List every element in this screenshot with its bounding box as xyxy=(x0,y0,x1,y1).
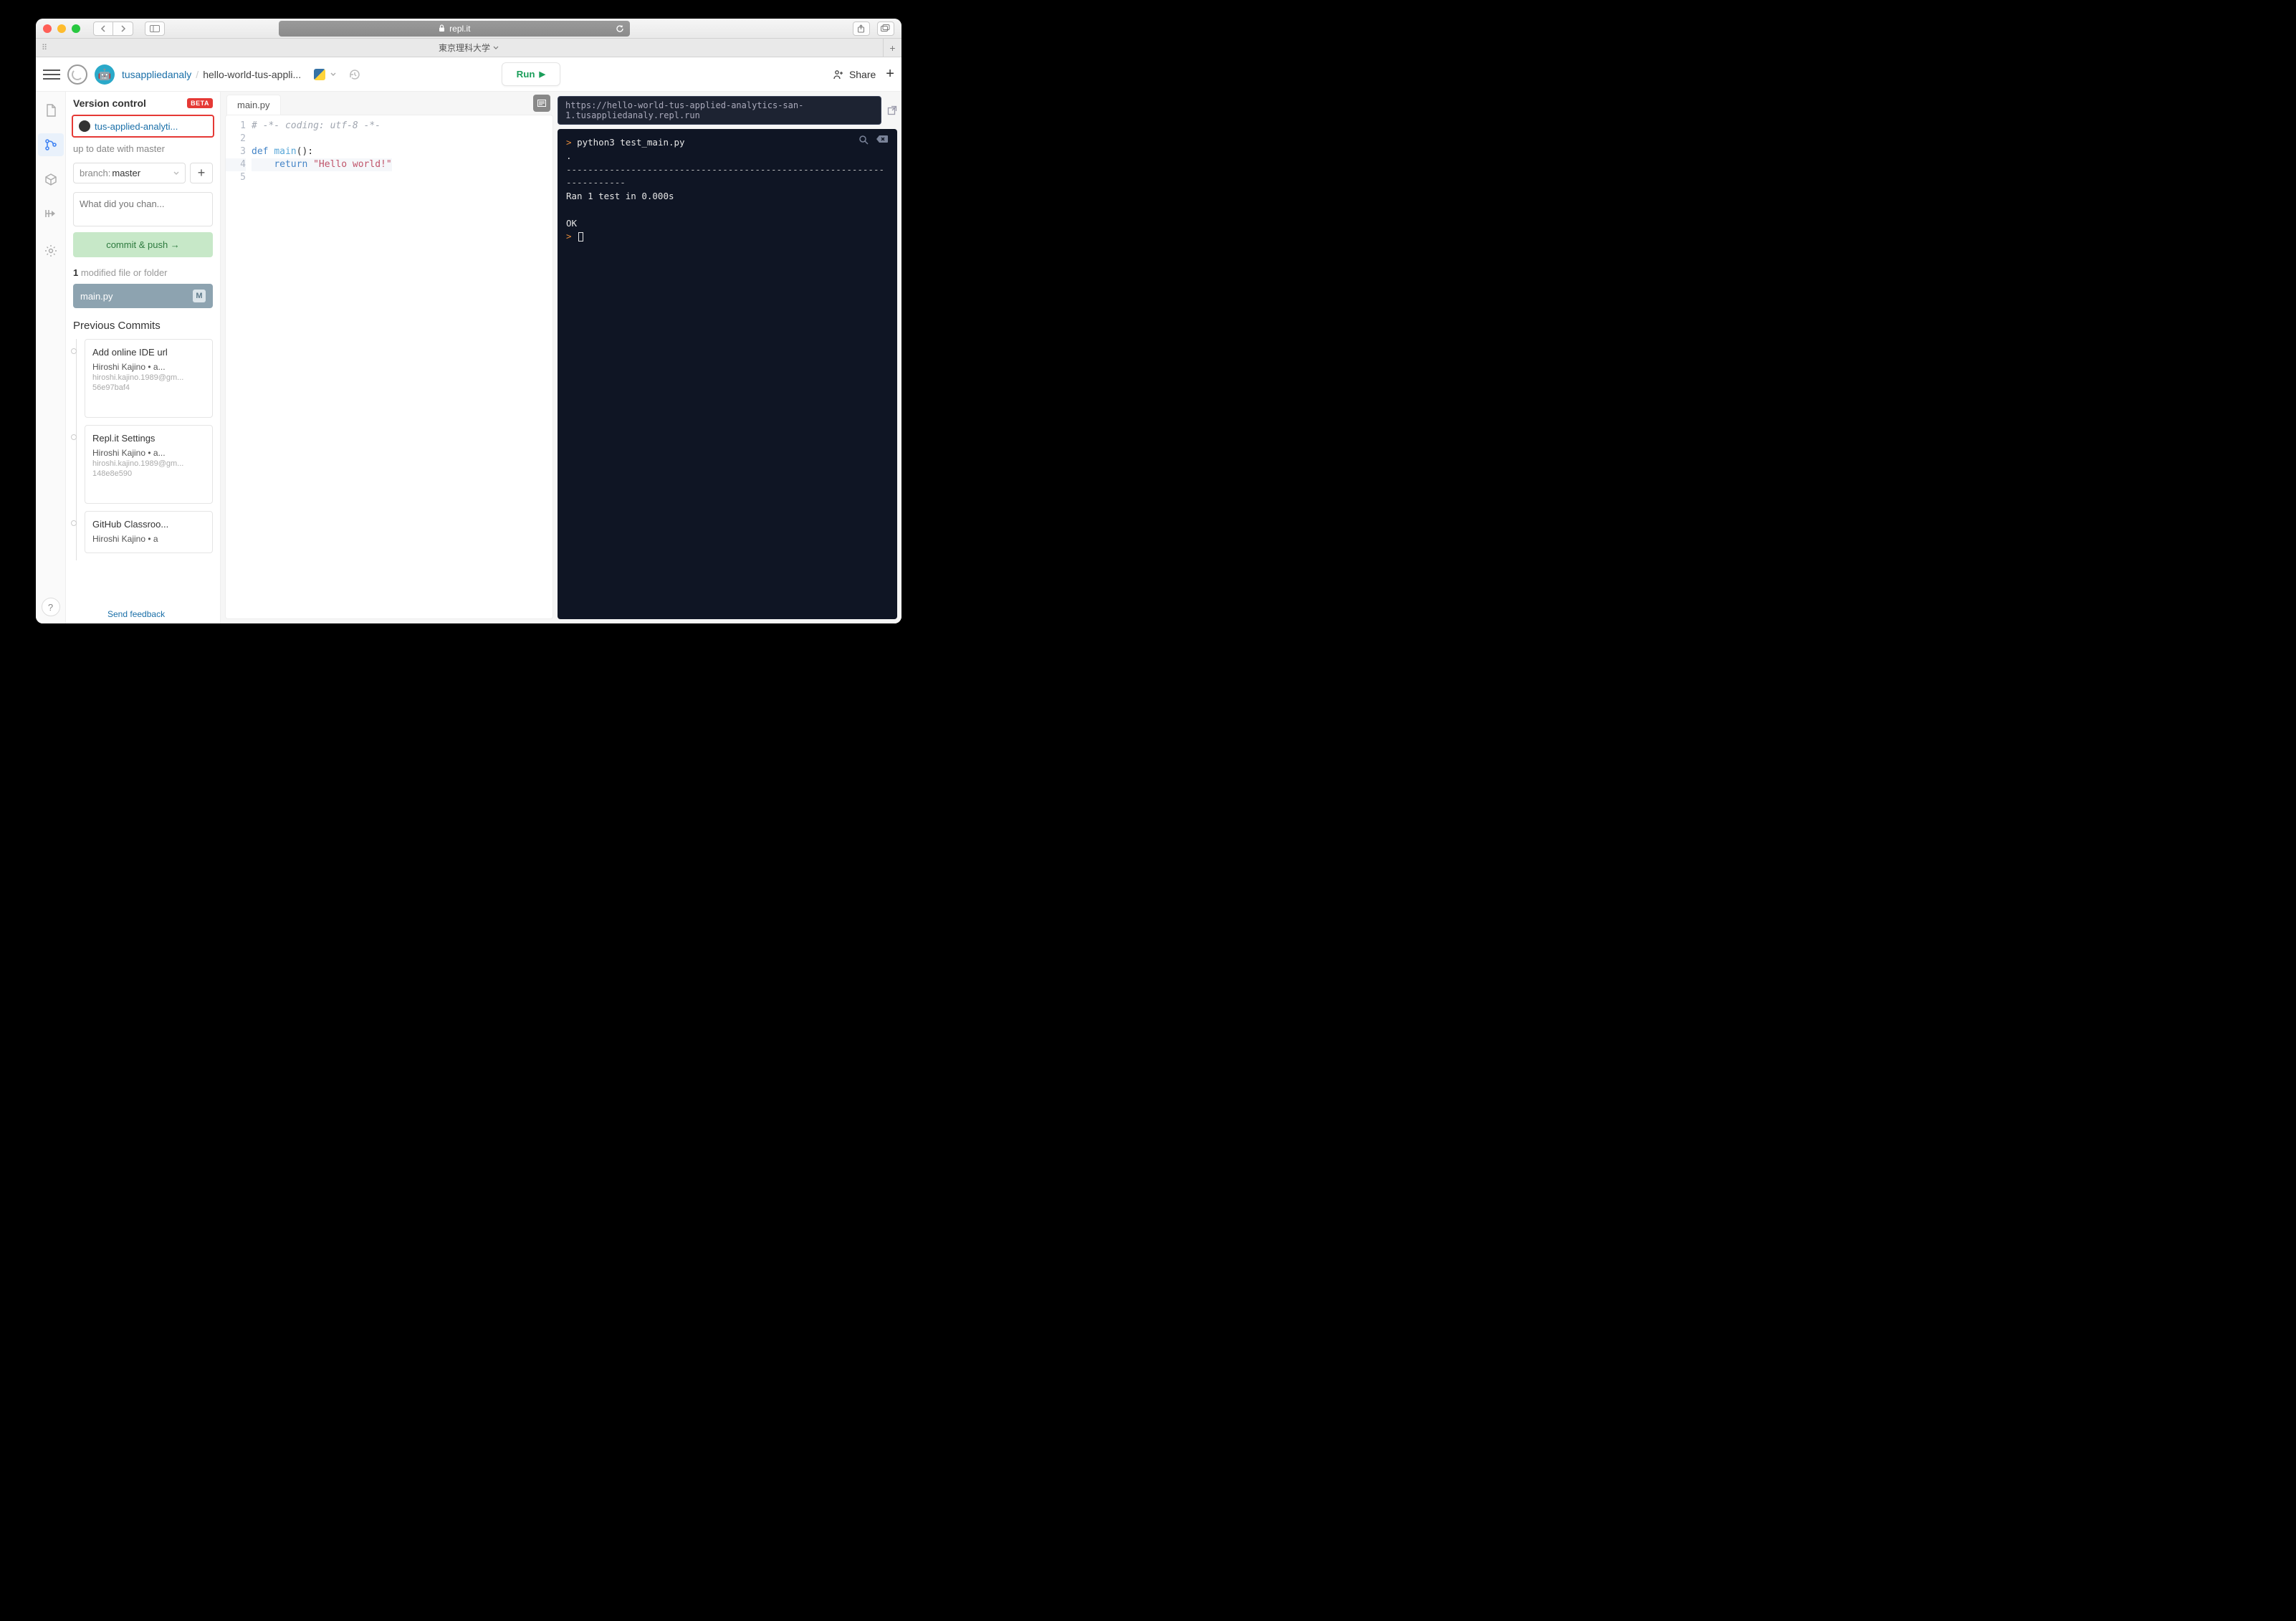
files-icon[interactable] xyxy=(38,99,64,122)
team-avatar[interactable]: 🤖 xyxy=(95,64,115,85)
version-control-panel: Version control BETA tus-applied-analyti… xyxy=(66,92,221,623)
open-external-icon[interactable] xyxy=(887,105,897,115)
tabs-icon[interactable] xyxy=(877,21,894,36)
branch-selector[interactable]: branch: master xyxy=(73,163,186,183)
python-icon xyxy=(314,69,325,80)
safari-titlebar: repl.it xyxy=(36,19,901,39)
repl-name[interactable]: hello-world-tus-appli... xyxy=(203,69,301,80)
modified-count-label: 1 modified file or folder xyxy=(66,267,220,284)
maximize-window-icon[interactable] xyxy=(72,24,80,33)
cursor-icon xyxy=(578,232,583,242)
version-control-icon[interactable] xyxy=(38,133,64,156)
repo-name: tus-applied-analyti... xyxy=(95,121,178,132)
reload-icon[interactable] xyxy=(616,24,624,33)
chevron-down-icon xyxy=(493,46,499,50)
panel-title: Version control xyxy=(73,97,183,109)
github-icon xyxy=(79,120,90,132)
commit-item[interactable]: GitHub Classroo... Hiroshi Kajino • a xyxy=(85,511,213,553)
settings-icon[interactable] xyxy=(38,239,64,262)
code-content: # -*- coding: utf-8 -*- def main(): retu… xyxy=(252,115,392,618)
debugger-icon[interactable] xyxy=(38,202,64,225)
replit-logo-icon[interactable] xyxy=(67,64,87,85)
tab-title: 東京理科大学 xyxy=(439,42,490,54)
address-bar[interactable]: repl.it xyxy=(279,21,630,37)
chevron-down-icon xyxy=(173,170,179,177)
play-icon: ▶ xyxy=(540,70,545,79)
commit-dot-icon xyxy=(71,434,77,440)
search-icon[interactable] xyxy=(858,135,869,145)
replit-header: 🤖 tusappliedanaly / hello-world-tus-appl… xyxy=(36,57,901,92)
history-icon[interactable] xyxy=(348,68,361,81)
run-label: Run xyxy=(517,69,535,80)
nav-buttons xyxy=(93,21,133,36)
share-button[interactable]: Share xyxy=(833,69,876,80)
url-host: repl.it xyxy=(449,24,470,34)
terminal[interactable]: > python3 test_main.py . ---------------… xyxy=(558,129,897,619)
line-gutter: 1 2 3 4 5 xyxy=(226,115,252,618)
lock-icon xyxy=(439,24,445,32)
new-button[interactable]: + xyxy=(886,66,894,82)
commit-dot-icon xyxy=(71,348,77,354)
sync-status: up to date with master xyxy=(66,143,220,163)
code-editor[interactable]: 1 2 3 4 5 # -*- coding: utf-8 -*- def ma… xyxy=(225,115,553,619)
safari-sidebar-button[interactable] xyxy=(145,21,165,36)
repo-link[interactable]: tus-applied-analyti... xyxy=(72,115,214,138)
commit-dot-icon xyxy=(71,520,77,526)
people-icon xyxy=(833,70,845,80)
owner-link[interactable]: tusappliedanaly xyxy=(122,69,191,80)
run-button[interactable]: Run ▶ xyxy=(502,62,560,86)
minimize-window-icon[interactable] xyxy=(57,24,66,33)
commit-message-input[interactable] xyxy=(73,192,213,226)
share-label: Share xyxy=(849,69,876,80)
editor-pane: main.py 1 2 3 4 5 # -*- coding: utf-8 -*… xyxy=(221,92,558,623)
markdown-preview-icon[interactable] xyxy=(533,95,550,112)
feedback-link[interactable]: Send feedback xyxy=(107,609,165,619)
clear-icon[interactable] xyxy=(876,135,889,145)
help-button[interactable]: ? xyxy=(42,598,60,616)
window-traffic-lights xyxy=(43,24,80,33)
packages-icon[interactable] xyxy=(38,168,64,191)
safari-tab[interactable]: 東京理科大学 xyxy=(439,42,499,54)
back-button[interactable] xyxy=(93,21,113,36)
commit-list: Add online IDE url Hiroshi Kajino • a...… xyxy=(66,339,220,560)
file-tab[interactable]: main.py xyxy=(226,95,281,115)
console-pane: https://hello-world-tus-applied-analytic… xyxy=(558,92,901,623)
new-tab-button[interactable]: + xyxy=(883,39,901,57)
repl-url-bar[interactable]: https://hello-world-tus-applied-analytic… xyxy=(558,96,881,125)
close-window-icon[interactable] xyxy=(43,24,52,33)
modified-badge: M xyxy=(193,290,206,302)
previous-commits-title: Previous Commits xyxy=(66,320,220,339)
commit-item[interactable]: Add online IDE url Hiroshi Kajino • a...… xyxy=(85,339,213,418)
modified-file[interactable]: main.py M xyxy=(73,284,213,308)
menu-icon[interactable] xyxy=(43,66,60,83)
icon-rail: ? xyxy=(36,92,66,623)
commit-push-button[interactable]: commit & push → xyxy=(73,232,213,257)
forward-button[interactable] xyxy=(113,21,133,36)
share-icon[interactable] xyxy=(853,21,870,36)
commit-item[interactable]: Repl.it Settings Hiroshi Kajino • a... h… xyxy=(85,425,213,504)
beta-badge: BETA xyxy=(187,98,213,108)
new-branch-button[interactable]: + xyxy=(190,163,213,183)
grip-icon[interactable]: ⠿ xyxy=(42,43,48,52)
safari-tab-bar: ⠿ 東京理科大学 + xyxy=(36,39,901,57)
breadcrumb: tusappliedanaly / hello-world-tus-appli.… xyxy=(122,69,301,80)
language-selector[interactable] xyxy=(314,69,337,80)
chevron-down-icon xyxy=(330,72,337,77)
